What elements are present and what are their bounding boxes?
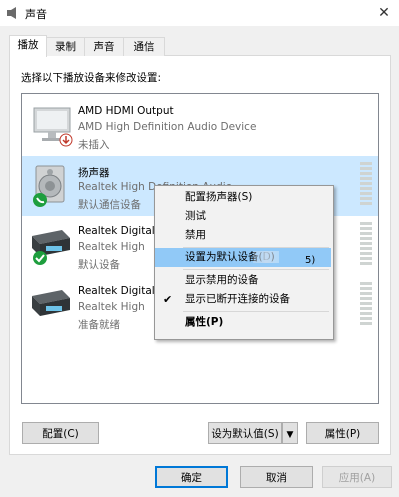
digital-output-icon <box>32 290 70 316</box>
window-title: 声音 <box>25 8 47 21</box>
set-default-button[interactable]: 设为默认值(S) <box>208 422 282 444</box>
speaker-icon <box>33 165 65 207</box>
menu-set-default[interactable]: 设置为默认设备(D) 5) <box>155 248 331 267</box>
monitor-icon <box>33 107 73 147</box>
close-button[interactable]: ✕ <box>369 0 399 26</box>
device-status: 默认通信设备 <box>78 199 141 211</box>
configure-button[interactable]: 配置(C) <box>22 422 99 444</box>
digital-output-icon <box>32 230 70 265</box>
close-icon: ✕ <box>378 5 390 21</box>
device-description: Realtek High <box>78 241 145 253</box>
ok-button[interactable]: 确定 <box>155 466 228 488</box>
instruction-label: 选择以下播放设备来修改设置: <box>21 72 162 84</box>
menu-show-disconnected[interactable]: ✔ 显示已断开连接的设备 <box>155 290 331 309</box>
tab-recording[interactable]: 录制 <box>46 37 85 56</box>
chevron-down-icon: ▼ <box>286 430 294 440</box>
volume-level-meter <box>360 282 372 328</box>
apply-button[interactable]: 应用(A) <box>322 466 392 488</box>
menu-test[interactable]: 测试 <box>155 207 331 226</box>
context-menu: 配置扬声器(S) 测试 禁用 设置为默认设备(D) 5) 显示禁用的设备 ✔ 显… <box>154 185 334 340</box>
tab-communications[interactable]: 通信 <box>123 37 165 56</box>
speaker-title-icon <box>7 7 16 19</box>
device-name: AMD HDMI Output <box>78 105 174 117</box>
properties-button[interactable]: 属性(P) <box>306 422 379 444</box>
title-bar: 声音 ✕ <box>0 0 399 26</box>
tab-sounds[interactable]: 声音 <box>84 37 124 56</box>
device-name: Realtek Digital <box>78 225 155 237</box>
device-status: 准备就绪 <box>78 319 120 331</box>
volume-level-meter <box>360 222 372 268</box>
device-description: Realtek High <box>78 301 145 313</box>
device-name: Realtek Digital <box>78 285 155 297</box>
device-description: AMD High Definition Audio Device <box>78 121 257 133</box>
device-name: 扬声器 <box>78 167 110 179</box>
menu-overlap-fragment: 5) <box>305 255 316 266</box>
device-status: 未插入 <box>78 139 110 151</box>
menu-disable[interactable]: 禁用 <box>155 226 331 245</box>
menu-properties[interactable]: 属性(P) <box>155 313 331 332</box>
device-status: 默认设备 <box>78 259 120 271</box>
volume-level-meter <box>360 162 372 208</box>
set-default-dropdown[interactable]: ▼ <box>282 422 298 444</box>
menu-separator <box>183 311 329 312</box>
menu-show-disabled[interactable]: 显示禁用的设备 <box>155 271 331 290</box>
check-icon: ✔ <box>163 293 173 306</box>
device-row-hdmi[interactable]: AMD HDMI Output AMD High Definition Audi… <box>22 96 378 156</box>
mouse-cursor-icon <box>253 251 279 263</box>
tab-playback[interactable]: 播放 <box>9 35 47 57</box>
cancel-button[interactable]: 取消 <box>240 466 313 488</box>
menu-configure-speakers[interactable]: 配置扬声器(S) <box>155 188 331 207</box>
menu-separator <box>183 269 329 270</box>
